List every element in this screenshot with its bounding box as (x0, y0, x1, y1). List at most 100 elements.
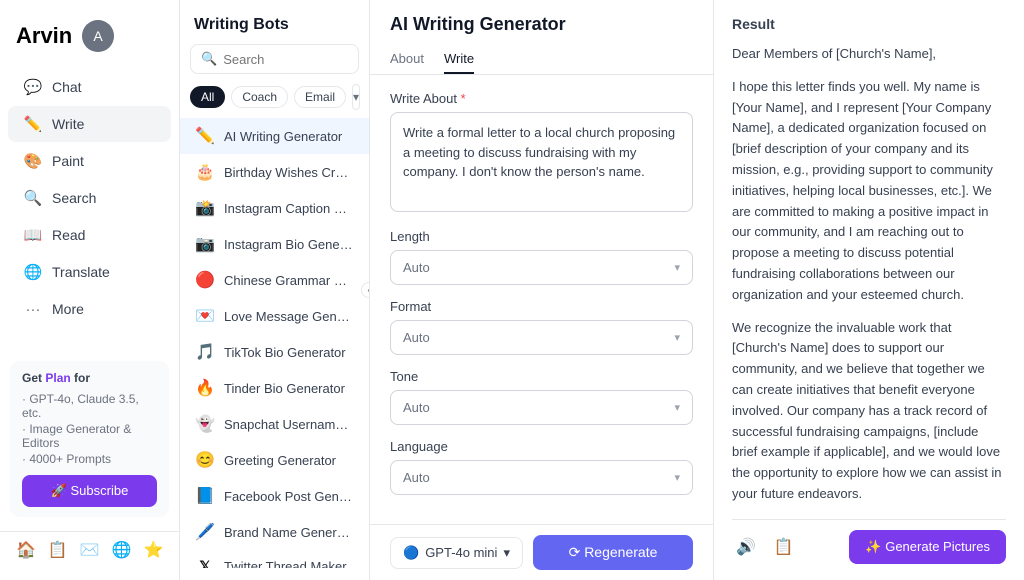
get-plan-box: Get Plan for · GPT-4o, Claude 3.5, etc. … (10, 361, 169, 517)
bot-search-box[interactable]: 🔍 (190, 44, 359, 74)
bot-emoji-instagram-cap: 📸 (194, 198, 216, 218)
more-icon: ··· (24, 300, 42, 318)
tone-value: Auto (403, 400, 430, 415)
result-body: Dear Members of [Church's Name], I hope … (732, 44, 1006, 511)
tone-arrow-icon: ▾ (674, 401, 680, 414)
copy-button[interactable]: 📋 (770, 535, 798, 559)
bots-panel: Writing Bots 🔍 All Coach Email ▾ ✏️ AI W… (180, 0, 370, 580)
star-icon[interactable]: ⭐ (144, 540, 164, 560)
nav-label-search: Search (52, 190, 96, 206)
filter-coach[interactable]: Coach (231, 86, 288, 108)
chat-icon: 💬 (24, 78, 42, 96)
nav-item-write[interactable]: ✏️ Write (8, 106, 171, 142)
bot-search-input[interactable] (223, 52, 348, 67)
bot-item-ai-writing[interactable]: ✏️ AI Writing Generator (180, 118, 369, 154)
main-body: Write About * Write a formal letter to a… (370, 75, 713, 524)
model-arrow-icon: ▾ (503, 545, 510, 561)
bot-item-twitter-thread[interactable]: 𝕏 Twitter Thread Maker (180, 550, 369, 568)
bot-name-brand-name: Brand Name Generator (224, 525, 355, 540)
bot-emoji-love-message: 💌 (194, 306, 216, 326)
bot-name-tiktok-bio: TikTok Bio Generator (224, 345, 355, 360)
length-label: Length (390, 229, 693, 244)
home-icon[interactable]: 🏠 (16, 540, 36, 560)
clipboard-icon[interactable]: 📋 (48, 540, 68, 560)
nav-item-read[interactable]: 📖 Read (8, 217, 171, 253)
nav-item-chat[interactable]: 💬 Chat (8, 69, 171, 105)
panel-collapse-arrow[interactable]: ‹ (361, 282, 370, 298)
bot-item-instagram-cap[interactable]: 📸 Instagram Caption Gen... (180, 190, 369, 226)
language-arrow-icon: ▾ (674, 471, 680, 484)
nav-label-translate: Translate (52, 264, 110, 280)
bot-emoji-tinder-bio: 🔥 (194, 378, 216, 398)
nav-item-search[interactable]: 🔍 Search (8, 180, 171, 216)
write-about-group: Write About * Write a formal letter to a… (390, 91, 693, 215)
plan-features: · GPT-4o, Claude 3.5, etc. · Image Gener… (22, 391, 157, 467)
bot-item-tinder-bio[interactable]: 🔥 Tinder Bio Generator (180, 370, 369, 406)
tab-about[interactable]: About (390, 45, 424, 74)
generate-pictures-button[interactable]: ✨ Generate Pictures (849, 530, 1006, 564)
filter-row: All Coach Email ▾ (180, 84, 369, 118)
result-panel: Result Dear Members of [Church's Name], … (714, 0, 1024, 580)
bot-emoji-tiktok-bio: 🎵 (194, 342, 216, 362)
bot-item-snapchat[interactable]: 👻 Snapchat Username G... (180, 406, 369, 442)
bot-name-facebook-post: Facebook Post Genera... (224, 489, 355, 504)
speaker-button[interactable]: 🔊 (732, 535, 760, 559)
bot-item-tiktok-bio[interactable]: 🎵 TikTok Bio Generator (180, 334, 369, 370)
bot-item-facebook-post[interactable]: 📘 Facebook Post Genera... (180, 478, 369, 514)
language-group: Language Auto ▾ (390, 439, 693, 495)
main-content: AI Writing Generator About Write Write A… (370, 0, 714, 580)
subscribe-button[interactable]: 🚀 Subscribe (22, 475, 157, 507)
plan-name: Plan (45, 371, 70, 385)
globe-icon[interactable]: 🌐 (112, 540, 132, 560)
regenerate-button[interactable]: ⟳ Regenerate (533, 535, 693, 570)
tab-write[interactable]: Write (444, 45, 474, 74)
nav-item-paint[interactable]: 🎨 Paint (8, 143, 171, 179)
bot-item-greeting[interactable]: 😊 Greeting Generator (180, 442, 369, 478)
result-footer: 🔊 📋 ✨ Generate Pictures (732, 519, 1006, 564)
length-arrow-icon: ▾ (674, 261, 680, 274)
bot-item-brand-name[interactable]: 🖊️ Brand Name Generator (180, 514, 369, 550)
bot-name-birthday: Birthday Wishes Creator (224, 165, 355, 180)
bot-emoji-ai-writing: ✏️ (194, 126, 216, 146)
result-header: Result (732, 16, 1006, 32)
model-label: GPT-4o mini (425, 545, 497, 560)
bot-emoji-chinese-grammar: 🔴 (194, 270, 216, 290)
write-about-textarea[interactable]: Write a formal letter to a local church … (390, 112, 693, 212)
length-select[interactable]: Auto ▾ (390, 250, 693, 285)
filter-more-button[interactable]: ▾ (352, 84, 360, 110)
nav-label-read: Read (52, 227, 85, 243)
bot-item-chinese-grammar[interactable]: 🔴 Chinese Grammar Che... (180, 262, 369, 298)
bot-item-birthday[interactable]: 🎂 Birthday Wishes Creator (180, 154, 369, 190)
left-sidebar: Arvin 💬 Chat ✏️ Write 🎨 Paint 🔍 Search 📖… (0, 0, 180, 580)
nav-item-more[interactable]: ··· More (8, 291, 171, 327)
format-select[interactable]: Auto ▾ (390, 320, 693, 355)
language-label: Language (390, 439, 693, 454)
nav-item-translate[interactable]: 🌐 Translate (8, 254, 171, 290)
bot-name-ai-writing: AI Writing Generator (224, 129, 355, 144)
bot-item-instagram-bio[interactable]: 📷 Instagram Bio Generator (180, 226, 369, 262)
avatar[interactable] (82, 20, 114, 52)
search-icon: 🔍 (24, 189, 42, 207)
bot-name-instagram-cap: Instagram Caption Gen... (224, 201, 355, 216)
nav-label-chat: Chat (52, 79, 82, 95)
filter-all[interactable]: All (190, 86, 225, 108)
bot-name-tinder-bio: Tinder Bio Generator (224, 381, 355, 396)
tone-label: Tone (390, 369, 693, 384)
bot-emoji-snapchat: 👻 (194, 414, 216, 434)
model-select[interactable]: 🔵 GPT-4o mini ▾ (390, 537, 523, 569)
bottom-icons-bar: 🏠 📋 ✉️ 🌐 ⭐ (0, 531, 179, 568)
get-plan-title: Get Plan for (22, 371, 157, 385)
bot-emoji-birthday: 🎂 (194, 162, 216, 182)
tone-select[interactable]: Auto ▾ (390, 390, 693, 425)
format-arrow-icon: ▾ (674, 331, 680, 344)
feature-3: · 4000+ Prompts (22, 451, 157, 467)
feature-1: · GPT-4o, Claude 3.5, etc. (22, 391, 157, 421)
filter-email[interactable]: Email (294, 86, 346, 108)
bot-item-love-message[interactable]: 💌 Love Message Generator (180, 298, 369, 334)
main-footer: 🔵 GPT-4o mini ▾ ⟳ Regenerate (370, 524, 713, 580)
length-group: Length Auto ▾ (390, 229, 693, 285)
bot-emoji-twitter-thread: 𝕏 (194, 558, 216, 568)
result-para-0: Dear Members of [Church's Name], (732, 44, 1006, 65)
language-select[interactable]: Auto ▾ (390, 460, 693, 495)
mail-icon[interactable]: ✉️ (80, 540, 100, 560)
